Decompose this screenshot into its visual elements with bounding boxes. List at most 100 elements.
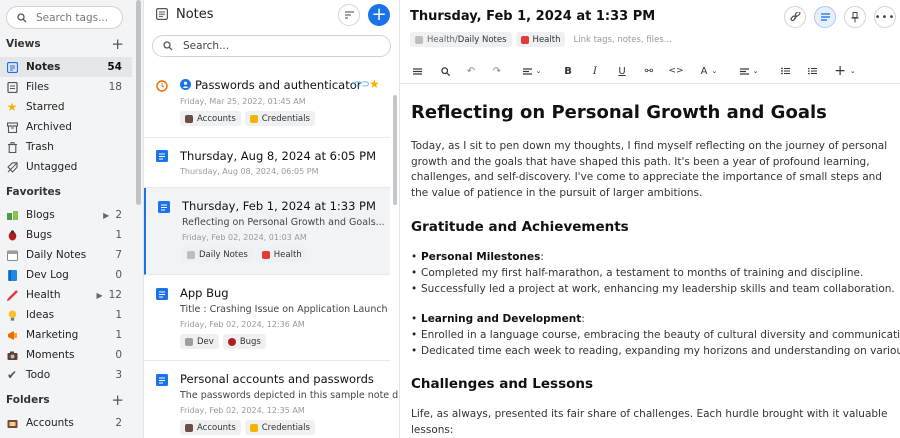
sidebar-item-label: Archived: [26, 121, 72, 133]
sidebar-item-trash[interactable]: Trash: [0, 137, 132, 157]
numbered-list-icon[interactable]: [805, 58, 819, 84]
search-icon[interactable]: [438, 58, 452, 84]
calendar-icon: [415, 35, 423, 44]
sidebar-item-accounts[interactable]: Accounts 2: [0, 413, 132, 433]
pin-button[interactable]: [844, 6, 866, 28]
pin-icon: [851, 11, 859, 22]
sidebar-item-count: 0: [115, 349, 122, 361]
note-item-feb-1[interactable]: Thursday, Feb 1, 2024 at 1:33 PM Reflect…: [144, 188, 390, 275]
text-color-dropdown[interactable]: A ⌄: [696, 58, 722, 84]
sidebar-item-count: 2: [115, 209, 122, 221]
sidebar-item-untagged[interactable]: Untagged: [0, 157, 132, 177]
sidebar-item-marketing[interactable]: Marketing 1: [0, 325, 132, 345]
sidebar-item-bugs[interactable]: Bugs 1: [0, 225, 132, 245]
sidebar-item-moments[interactable]: Moments 0: [0, 345, 132, 365]
tag-health-daily-notes[interactable]: Health/Daily Notes: [410, 32, 512, 47]
tag-accounts[interactable]: Accounts: [180, 420, 241, 435]
sort-button[interactable]: [338, 4, 360, 26]
notes-list-scrollbar[interactable]: [393, 95, 397, 205]
menu-icon[interactable]: [410, 58, 424, 84]
tag-bugs[interactable]: Bugs: [222, 334, 266, 349]
tag-label: Daily Notes: [199, 249, 248, 260]
more-options-button[interactable]: •••: [874, 6, 896, 28]
folder-icon: [185, 423, 193, 432]
clock-icon: [156, 80, 168, 92]
tag-label: Bugs: [239, 336, 261, 347]
sidebar: Search tags... Views + Notes 54 Files 18…: [0, 0, 144, 438]
note-title: Thursday, Feb 1, 2024 at 1:33 PM: [182, 199, 376, 213]
list-item: Dedicated time each week to reading, exp…: [411, 345, 900, 357]
italic-icon[interactable]: I: [588, 58, 602, 84]
sidebar-item-files[interactable]: Files 18: [0, 77, 132, 97]
sidebar-scrollbar[interactable]: [136, 0, 141, 205]
tag-health[interactable]: Health: [256, 247, 307, 262]
insert-dropdown[interactable]: + ⌄: [832, 58, 858, 84]
note-item-app-bug[interactable]: App Bug Title : Crashing Issue on Applic…: [144, 275, 390, 361]
new-note-button[interactable]: +: [368, 4, 390, 26]
untagged-icon: [6, 161, 18, 173]
list-item: Personal Milestones:: [411, 251, 544, 263]
chevron-down-icon: ⌄: [752, 67, 759, 75]
note-tags: Accounts Credentials: [180, 420, 315, 435]
syringe-icon: [6, 289, 18, 301]
align-dropdown[interactable]: ⌄: [736, 58, 762, 84]
sidebar-item-todo[interactable]: ✔ Todo 3: [0, 365, 132, 385]
expand-arrow-icon[interactable]: ▶: [103, 211, 109, 220]
sidebar-item-notes[interactable]: Notes 54: [0, 57, 132, 77]
sidebar-item-blogs[interactable]: Blogs ▶ 2: [0, 205, 132, 225]
link-button[interactable]: [784, 6, 806, 28]
sidebar-item-label: Moments: [26, 349, 75, 361]
note-icon: [156, 374, 168, 386]
doc-heading-challenges: Challenges and Lessons: [411, 376, 594, 392]
list-group-title: Personal Milestones: [421, 251, 541, 263]
note-title: Thursday, Aug 8, 2024 at 6:05 PM: [180, 149, 376, 163]
doc-outro-paragraph: Life, as always, presented its fair shar…: [411, 408, 888, 436]
undo-icon[interactable]: ↶: [464, 58, 478, 84]
doc-heading-1: Reflecting on Personal Growth and Goals: [411, 102, 827, 123]
paragraph-style-dropdown[interactable]: ⌄: [518, 58, 546, 84]
bullet-list-icon[interactable]: [778, 58, 792, 84]
tag-accounts[interactable]: Accounts: [180, 111, 241, 126]
tag-credentials[interactable]: Credentials: [244, 111, 315, 126]
link-icon: ⊂⊃: [353, 79, 370, 90]
add-view-icon[interactable]: +: [111, 36, 124, 52]
sidebar-item-health[interactable]: Health ▶ 12: [0, 285, 132, 305]
note-tags: Daily Notes Health: [182, 247, 307, 262]
sidebar-item-starred[interactable]: ★ Starred: [0, 97, 132, 117]
files-icon: [6, 81, 18, 93]
code-icon[interactable]: <>: [668, 58, 683, 84]
folders-header-label: Folders: [6, 394, 50, 406]
align-left-icon: [739, 67, 749, 75]
sidebar-item-daily-notes[interactable]: Daily Notes 7: [0, 245, 132, 265]
note-item-aug-8[interactable]: Thursday, Aug 8, 2024 at 6:05 PM Thursda…: [144, 138, 390, 188]
tag-health[interactable]: Health: [515, 32, 566, 47]
tag-credentials[interactable]: Credentials: [244, 420, 315, 435]
editor-title: Thursday, Feb 1, 2024 at 1:33 PM: [410, 9, 656, 24]
note-item-passwords-authenticator[interactable]: Passwords and authenticator ⊂⊃ ★ Friday,…: [144, 66, 390, 138]
link-icon[interactable]: ⚯: [642, 58, 656, 84]
bold-icon[interactable]: B: [561, 58, 575, 84]
add-folder-icon[interactable]: +: [111, 392, 124, 408]
sidebar-item-label: Notes: [26, 61, 61, 73]
note-icon: [156, 288, 168, 300]
link-tags-input[interactable]: Link tags, notes, files...: [573, 35, 671, 45]
editor-mode-button[interactable]: [814, 6, 836, 28]
chevron-down-icon: ⌄: [711, 67, 718, 75]
note-search-input[interactable]: Search...: [152, 35, 391, 57]
tag-search-input[interactable]: Search tags...: [6, 6, 123, 29]
underline-icon[interactable]: U: [615, 58, 629, 84]
formatting-toolbar: ↶ ↷ ⌄ B I U ⚯ <> A ⌄ ⌄ + ⌄: [400, 58, 900, 84]
tag-label: Dev: [197, 336, 214, 347]
tag-daily-notes[interactable]: Daily Notes: [182, 247, 253, 262]
redo-icon[interactable]: ↷: [490, 58, 504, 84]
sidebar-item-count: 1: [115, 329, 122, 341]
note-item-personal-accounts[interactable]: Personal accounts and passwords The pass…: [144, 361, 399, 438]
tag-dev[interactable]: Dev: [180, 334, 219, 349]
sidebar-item-dev-log[interactable]: Dev Log 0: [0, 265, 132, 285]
sidebar-item-label: Marketing: [26, 329, 79, 341]
key-icon: [249, 114, 258, 123]
expand-arrow-icon[interactable]: ▶: [96, 291, 102, 300]
calendar-icon: [6, 249, 18, 261]
sidebar-item-ideas[interactable]: Ideas 1: [0, 305, 132, 325]
sidebar-item-archived[interactable]: Archived: [0, 117, 132, 137]
